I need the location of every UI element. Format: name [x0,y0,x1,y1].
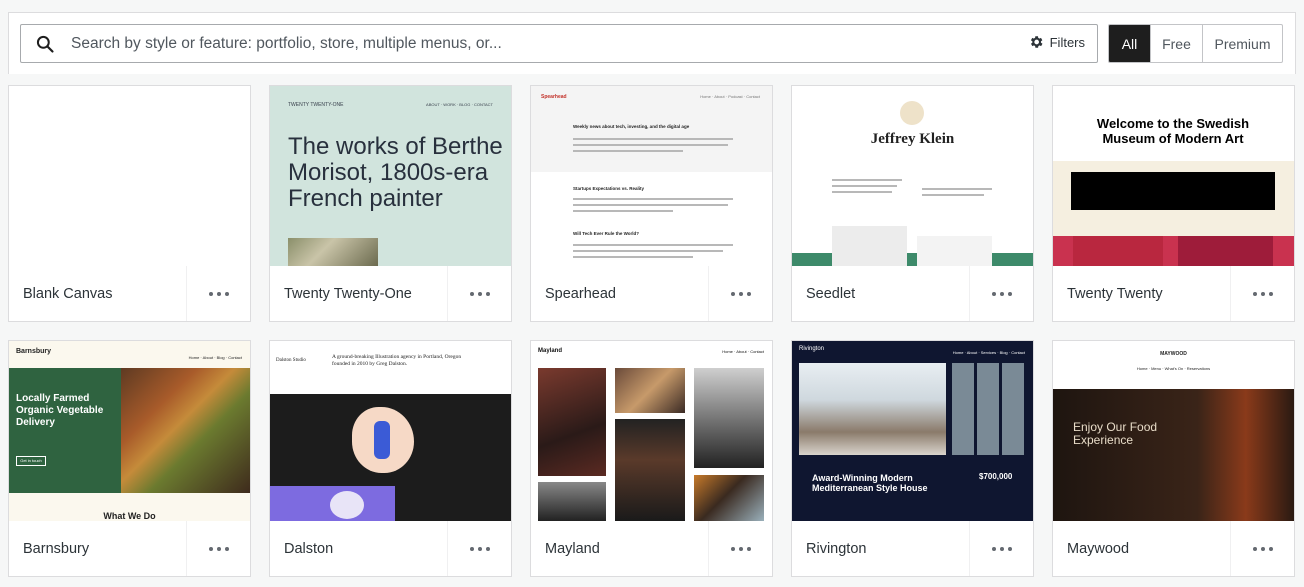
theme-card-rivington[interactable]: Rivington Home · About · Services · Blog… [791,340,1034,577]
more-options-button[interactable] [186,266,250,321]
preview-heading: Weekly news about tech, investing, and t… [573,124,690,129]
theme-card-maywood[interactable]: MAYWOOD Home · Menu · What's On · Reserv… [1052,340,1295,577]
theme-name: Twenty Twenty [1067,286,1163,302]
theme-preview[interactable]: TWENTY TWENTY-ONE ABOUT · WORK · BLOG · … [270,86,511,266]
preview-menu: Home · About · Podcast · Contact [700,94,760,99]
theme-name: Seedlet [806,286,856,302]
preview-headline: The works of Berthe Morisot, 1800s-era F… [288,133,503,212]
theme-name: Maywood [1067,541,1130,557]
preview-post-title: Startups Expectations vs. Reality [573,186,645,191]
theme-preview[interactable]: Mayland Home · About · Contact [531,341,772,521]
preview-price: $700,000 [979,472,1013,481]
gear-icon [1030,36,1043,48]
theme-preview[interactable]: MAYWOOD Home · Menu · What's On · Reserv… [1053,341,1294,521]
preview-section-title: What We Do [103,511,156,521]
preview-site-title: Jeffrey Klein [870,131,955,147]
theme-preview[interactable]: Rivington Home · About · Services · Blog… [792,341,1033,521]
filters-label: Filters [1049,34,1085,50]
preview-intro: A ground-breaking Illustration agency in… [332,354,462,367]
preview-menu: Home · About · Blog · Contact [188,355,242,360]
preview-headline: Enjoy Our Food Experience [1073,420,1158,447]
theme-preview[interactable]: Dalston Studio A ground-breaking Illustr… [270,341,511,521]
preview-headline: Award-Winning Modern Mediterranean Style… [812,473,928,493]
theme-card-twenty-twenty-one[interactable]: TWENTY TWENTY-ONE ABOUT · WORK · BLOG · … [269,85,512,322]
preview-site-title: TWENTY TWENTY-ONE [288,102,344,108]
preview-site-title: Mayland [538,348,563,354]
search-input[interactable]: Search by style or feature: portfolio, s… [71,35,502,53]
more-options-button[interactable] [447,266,511,321]
preview-site-title: Spearhead [541,94,567,100]
theme-preview[interactable] [9,86,250,266]
theme-preview[interactable]: Barnsbury Home · About · Blog · Contact … [9,341,250,521]
tier-filter: All Free Premium [1108,24,1283,63]
theme-name: Twenty Twenty-One [284,286,412,302]
preview-logo [900,101,924,125]
preview-site-title: Barnsbury [16,348,52,355]
tier-free-button[interactable]: Free [1150,25,1202,62]
preview-site-title: MAYWOOD [1160,351,1187,357]
preview-info-bar [1071,172,1275,210]
theme-card-mayland[interactable]: Mayland Home · About · Contact Mayland [530,340,773,577]
theme-card-twenty-twenty[interactable]: Welcome to the Swedish Museum of Modern … [1052,85,1295,322]
preview-headline: Locally Farmed Organic Vegetable Deliver… [16,393,104,428]
theme-preview[interactable]: Spearhead Home · About · Podcast · Conta… [531,86,772,266]
search-icon [36,35,54,53]
more-options-button[interactable] [969,266,1033,321]
more-options-button[interactable] [1230,521,1294,576]
more-options-button[interactable] [186,521,250,576]
more-options-button[interactable] [708,521,772,576]
theme-card-spearhead[interactable]: Spearhead Home · About · Podcast · Conta… [530,85,773,322]
theme-card-dalston[interactable]: Dalston Studio A ground-breaking Illustr… [269,340,512,577]
preview-menu: ABOUT · WORK · BLOG · CONTACT [426,102,493,107]
preview-site-title: Dalston Studio [276,358,306,363]
more-options-button[interactable] [969,521,1033,576]
theme-card-barnsbury[interactable]: Barnsbury Home · About · Blog · Contact … [8,340,251,577]
theme-card-blank-canvas[interactable]: Blank Canvas [8,85,251,322]
theme-search-box[interactable]: Search by style or feature: portfolio, s… [20,24,1098,63]
theme-name: Rivington [806,541,867,557]
more-options-button[interactable] [447,521,511,576]
more-options-button[interactable] [708,266,772,321]
theme-name: Blank Canvas [23,286,113,302]
theme-name: Spearhead [545,286,616,302]
theme-name: Mayland [545,541,600,557]
tier-all-button[interactable]: All [1109,25,1150,62]
more-options-button[interactable] [1230,266,1294,321]
theme-preview[interactable]: Jeffrey Klein [792,86,1033,266]
theme-card-seedlet[interactable]: Jeffrey Klein Seedlet [791,85,1034,322]
preview-image [288,238,378,266]
preview-post-title: Will Tech Ever Rule the World? [573,231,640,236]
theme-preview[interactable]: Welcome to the Swedish Museum of Modern … [1053,86,1294,266]
theme-name: Dalston [284,541,334,557]
preview-menu: Home · Menu · What's On · Reservations [1136,366,1211,371]
preview-site-title: Rivington [799,346,825,352]
preview-headline: Welcome to the Swedish Museum of Modern … [1096,116,1250,146]
tier-premium-button[interactable]: Premium [1202,25,1282,62]
theme-name: Barnsbury [23,541,90,557]
preview-menu: Home · About · Services · Blog · Contact [952,350,1025,355]
preview-button: Get in touch [16,456,46,466]
filters-button[interactable]: Filters [1028,34,1085,50]
preview-menu: Home · About · Contact [722,349,764,354]
